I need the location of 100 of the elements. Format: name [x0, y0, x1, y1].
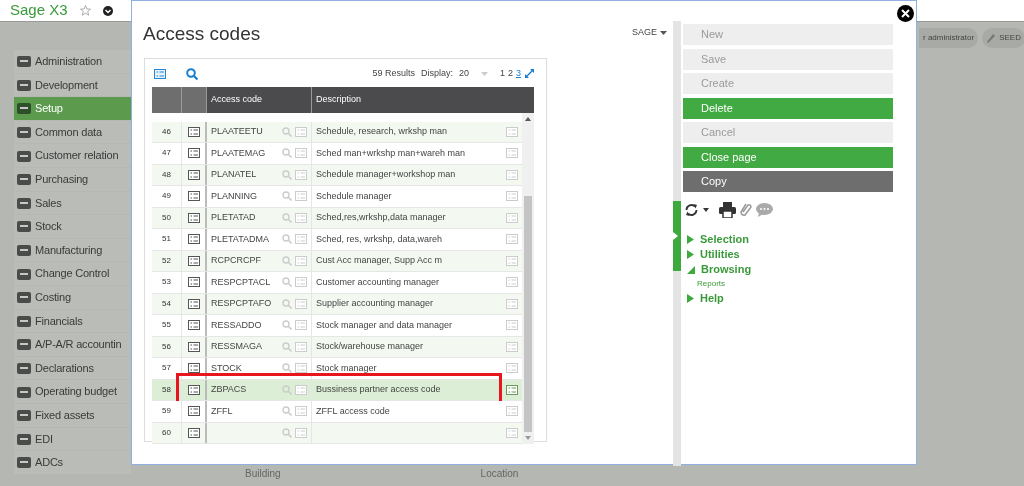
table-row[interactable]: 51 PLETATADMA Sched, res, wrkshp, data,wareh: [152, 229, 522, 251]
close-button[interactable]: [897, 5, 914, 22]
table-row[interactable]: 50 PLETATAD Sched,res,wrkshp,data manager: [152, 207, 522, 229]
detail-icon[interactable]: [187, 191, 200, 202]
table-cell-text: ZFFL access code: [316, 404, 391, 418]
detail-icon[interactable]: [187, 298, 200, 309]
page-link[interactable]: 3: [516, 67, 521, 81]
table-row[interactable]: 57 STOCK Stock manager: [152, 358, 522, 380]
sidebar-item[interactable]: Sales: [14, 191, 131, 215]
table-cell-text: PLETATAD: [211, 211, 257, 224]
detail-icon[interactable]: [187, 212, 200, 223]
sidebar-item[interactable]: Change Control: [14, 262, 131, 285]
display-label: Display:: [420, 67, 453, 80]
action-button[interactable]: Copy: [683, 171, 893, 192]
sidebar-item[interactable]: Development: [14, 73, 131, 97]
scrollbar[interactable]: [522, 112, 534, 444]
table-cell-text: Bussiness partner access code: [316, 383, 442, 396]
display-dropdown[interactable]: 20: [458, 67, 488, 81]
table-row[interactable]: 60: [152, 422, 522, 444]
tile-icon: [16, 408, 32, 423]
tile-icon: [16, 54, 32, 69]
detail-icon[interactable]: [187, 406, 200, 417]
tile-icon: [16, 337, 32, 352]
page-link[interactable]: 1: [499, 67, 505, 81]
tile-icon: [16, 361, 32, 375]
detail-icon[interactable]: [187, 341, 200, 352]
sidebar-item[interactable]: Manufacturing: [14, 238, 131, 262]
table-row[interactable]: 55 RESSADDO Stock manager and data manager: [152, 315, 522, 337]
table-row[interactable]: 53 RESPCPTACL Customer accounting manager: [152, 272, 522, 294]
detail-icon[interactable]: [187, 126, 200, 137]
detail-icon[interactable]: [187, 427, 200, 438]
column-header[interactable]: Access code: [207, 86, 312, 113]
detail-icon[interactable]: [187, 363, 200, 374]
column-header[interactable]: Description: [312, 86, 522, 113]
header-cell: [522, 86, 534, 113]
sidebar-item[interactable]: Stock: [14, 215, 131, 238]
detail-icon[interactable]: [187, 384, 200, 395]
menu-section[interactable]: Help: [687, 291, 895, 306]
table-cell-text: Stock/warehouse manager: [316, 340, 425, 353]
table-row[interactable]: 49 PLANNING Schedule manager: [152, 186, 522, 208]
table-cell-text: Supplier accounting manager: [316, 297, 435, 310]
sidebar-item[interactable]: Administration: [14, 50, 131, 73]
detail-icon[interactable]: [187, 320, 200, 331]
refresh-icon[interactable]: [684, 203, 699, 217]
detail-icon[interactable]: [506, 384, 518, 395]
detail-icon[interactable]: [187, 277, 200, 288]
scrollbar-thumb[interactable]: [524, 195, 532, 432]
comment-icon[interactable]: [756, 203, 773, 217]
down-arrow-icon[interactable]: [525, 436, 531, 440]
row-number: 46: [162, 125, 171, 138]
table-row[interactable]: 56 RESSMAGA Stock/warehouse manager: [152, 336, 522, 358]
sidebar-item[interactable]: Costing: [14, 285, 131, 309]
table-cell-text: Customer accounting manager: [316, 275, 441, 289]
sidebar-item[interactable]: Fixed assets: [14, 403, 131, 427]
menu-section[interactable]: Utilities: [687, 247, 895, 262]
tile-icon: [16, 172, 32, 187]
search-icon[interactable]: [186, 67, 198, 80]
lookup-icon[interactable]: [282, 363, 292, 374]
table-row[interactable]: 48 PLANATEL Schedule manager+workshop man: [152, 164, 522, 186]
detail-icon[interactable]: [187, 255, 200, 266]
sidebar-item[interactable]: Declarations: [14, 356, 131, 380]
results-count: 59 Results: [372, 67, 415, 80]
sidebar-item[interactable]: Common data: [14, 120, 131, 144]
table-row[interactable]: 59 ZFFL ZFFL access code: [152, 401, 522, 423]
folder-dropdown[interactable]: SAGE: [632, 26, 667, 40]
menu-link[interactable]: Reports: [687, 277, 725, 291]
sidebar-item[interactable]: Setup: [14, 97, 131, 120]
detail-icon[interactable]: [187, 234, 200, 245]
menu-section[interactable]: Selection: [687, 232, 895, 247]
table-row[interactable]: 47 PLAATEMAG Sched man+wrkshp man+wareh man: [152, 143, 522, 165]
detail-icon[interactable]: [187, 169, 200, 180]
table-row[interactable]: 52 RCPCRCPF Cust Acc manager, Supp Acc m: [152, 250, 522, 272]
sidebar-item[interactable]: ADCs: [14, 451, 131, 474]
printer-icon[interactable]: [719, 202, 736, 218]
page-link[interactable]: 2: [507, 67, 513, 81]
sidebar-item[interactable]: Customer relation: [14, 144, 131, 167]
app-title: Sage X3: [10, 0, 68, 21]
detail-icon[interactable]: [187, 148, 200, 159]
sidebar-item[interactable]: EDI: [14, 427, 131, 451]
header-cell: [182, 86, 207, 113]
panel-handle[interactable]: [673, 201, 681, 271]
paperclip-icon[interactable]: [740, 202, 752, 218]
header-chip[interactable]: r administrator: [919, 28, 979, 48]
up-arrow-icon[interactable]: [525, 116, 531, 121]
sidebar-item[interactable]: Financials: [14, 309, 131, 333]
row-number: 60: [162, 426, 171, 439]
menu-section[interactable]: Browsing: [687, 262, 895, 277]
row-number: 51: [162, 233, 171, 246]
star-icon[interactable]: [79, 5, 91, 16]
list-icon[interactable]: [154, 68, 166, 79]
caret-icon[interactable]: [102, 5, 113, 16]
sidebar-item[interactable]: Purchasing: [14, 167, 131, 191]
table-row[interactable]: 46 PLAATEETU Schedule, research, wrkshp man: [152, 121, 522, 143]
table-cell-text: ZBPACS: [211, 383, 248, 396]
table-row[interactable]: 54 RESPCPTAFO Supplier accounting manager: [152, 293, 522, 315]
sidebar-item[interactable]: A/P-A/R accountin: [14, 333, 131, 356]
caret-icon[interactable]: [703, 208, 709, 212]
expand-icon[interactable]: [525, 69, 534, 79]
header-chip[interactable]: SEED: [982, 28, 1024, 48]
sidebar-item[interactable]: Operating budget: [14, 380, 131, 403]
